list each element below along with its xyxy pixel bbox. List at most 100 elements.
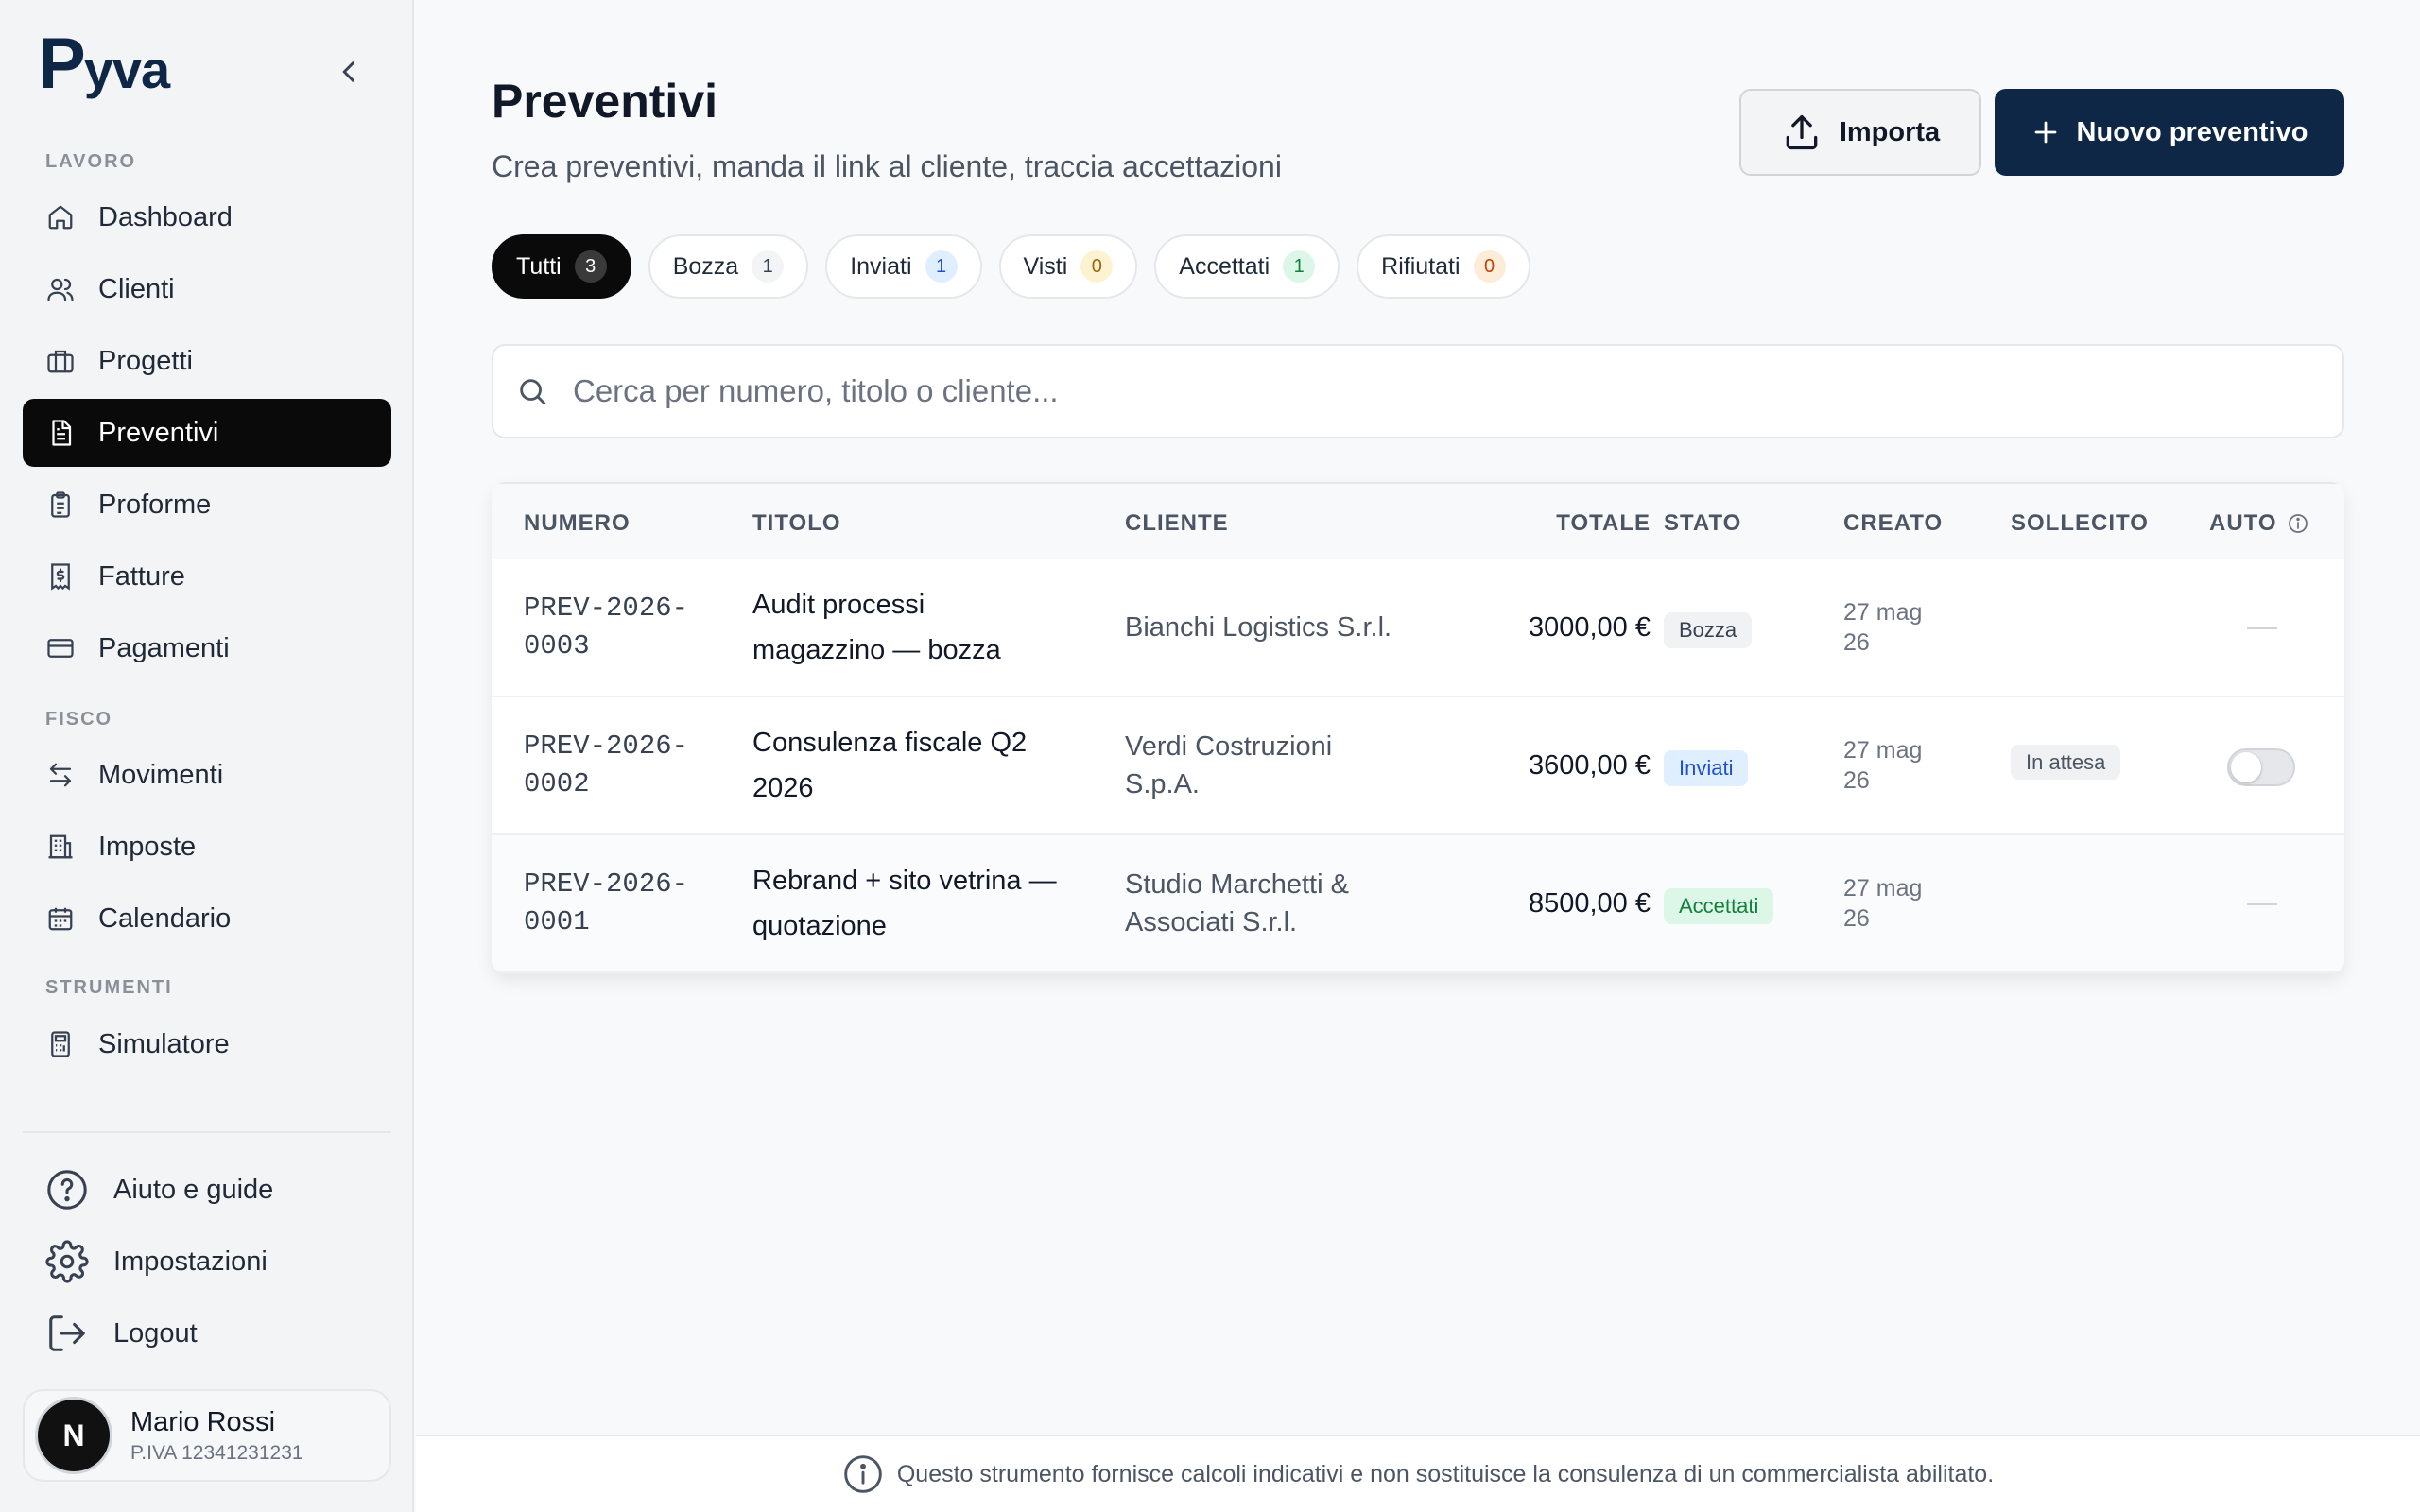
disclaimer-footer: Questo strumento fornisce calcoli indica… [416, 1435, 2420, 1512]
quote-total: 8500,00 € [1528, 888, 1651, 919]
arrows-icon [45, 760, 76, 790]
column-header-sollecito[interactable]: SOLLECITO [2011, 510, 2149, 537]
sidebar-item-progetti[interactable]: Progetti [23, 327, 391, 395]
home-icon [45, 202, 76, 232]
quote-total: 3600,00 € [1528, 750, 1651, 781]
table-row[interactable]: PREV-2026- 0001 Rebrand + sito vetrina —… [492, 835, 2344, 973]
quote-client-line: Bianchi Logistics S.r.l. [1125, 612, 1392, 643]
quote-number[interactable]: PREV-2026- 0003 [524, 590, 703, 665]
info-icon[interactable] [2287, 512, 2309, 535]
column-header-creato[interactable]: CREATO [1843, 510, 1943, 537]
quote-number-line: PREV-2026- [524, 593, 689, 624]
filter-label: Tutti [516, 252, 562, 280]
quote-client: Studio Marchetti & Associati S.r.l. [1125, 866, 1427, 941]
filter-count: 1 [1283, 250, 1316, 283]
sidebar-item-fatture[interactable]: Fatture [23, 542, 391, 610]
sidebar-item-label: Fatture [98, 560, 185, 592]
info-icon [842, 1453, 884, 1495]
chevron-left-icon [342, 61, 354, 82]
quote-total: 3000,00 € [1528, 612, 1651, 643]
table-row[interactable]: PREV-2026- 0003 Audit processi magazzino… [492, 559, 2344, 697]
sidebar-item-dashboard[interactable]: Dashboard [23, 183, 391, 251]
sidebar-item-label: Simulatore [98, 1028, 230, 1059]
logout-label: Logout [113, 1317, 198, 1349]
sidebar-item-movimenti[interactable]: Movimenti [23, 741, 391, 809]
column-header-totale[interactable]: TOTALE [1509, 510, 1651, 537]
sidebar-item-label: Clienti [98, 273, 175, 304]
plus-icon [2031, 118, 2060, 146]
reminder-badge: In attesa [2011, 745, 2121, 780]
filter-count: 0 [1080, 250, 1114, 283]
status-cell: Accettati [1664, 888, 1774, 924]
filter-label: Rifiutati [1381, 252, 1461, 280]
filter-rifiutati[interactable]: Rifiutati 0 [1357, 234, 1530, 299]
quote-title-line: Audit processi [752, 590, 925, 620]
filter-inviati[interactable]: Inviati 1 [825, 234, 982, 299]
filter-accettati[interactable]: Accettati 1 [1154, 234, 1340, 299]
sidebar-item-calendario[interactable]: Calendario [23, 885, 391, 953]
user-info: Mario Rossi P.IVA 12341231231 [130, 1407, 303, 1465]
quote-created: 27 mag 26 [1843, 873, 1922, 934]
column-header-auto[interactable]: AUTO [2209, 510, 2309, 537]
quote-created: 27 mag 26 [1843, 735, 1922, 796]
new-quote-button[interactable]: Nuovo preventivo [1995, 89, 2344, 176]
column-header-cliente[interactable]: CLIENTE [1125, 510, 1229, 537]
auto-reminder-toggle[interactable] [2227, 748, 2295, 786]
status-badge: Accettati [1664, 888, 1774, 924]
quote-title: Consulenza fiscale Q2 2026 [752, 720, 1093, 811]
column-header-titolo[interactable]: TITOLO [752, 510, 841, 537]
disclaimer-text: Questo strumento fornisce calcoli indica… [896, 1460, 1995, 1487]
search-icon [516, 375, 548, 407]
created-line: 26 [1843, 767, 1870, 794]
search-input[interactable] [573, 373, 2274, 409]
quote-number-line: 0002 [524, 768, 590, 799]
quote-client: Verdi Costruzioni S.p.A. [1125, 728, 1427, 803]
filter-tutti[interactable]: Tutti 3 [492, 234, 631, 299]
quote-number[interactable]: PREV-2026- 0001 [524, 866, 703, 941]
filter-label: Inviati [850, 252, 912, 280]
quote-client-line: Associati S.r.l. [1125, 907, 1298, 937]
filter-visti[interactable]: Visti 0 [998, 234, 1138, 299]
column-header-numero[interactable]: NUMERO [524, 510, 631, 537]
users-icon [45, 274, 76, 304]
logout-link[interactable]: Logout [45, 1307, 198, 1360]
sidebar-item-simulatore[interactable]: Simulatore [23, 1010, 391, 1078]
new-quote-label: Nuovo preventivo [2076, 116, 2308, 147]
sidebar-item-pagamenti[interactable]: Pagamenti [23, 614, 391, 682]
column-header-stato[interactable]: STATO [1664, 510, 1741, 537]
quote-client-line: Verdi Costruzioni [1125, 731, 1333, 762]
quote-client-line: Studio Marchetti & [1125, 869, 1349, 900]
sidebar-item-clienti[interactable]: Clienti [23, 255, 391, 323]
reminder-cell: In attesa [2011, 745, 2121, 780]
quote-number[interactable]: PREV-2026- 0002 [524, 728, 703, 803]
quote-title: Audit processi magazzino — bozza [752, 582, 1093, 673]
filter-count: 0 [1473, 250, 1506, 283]
help-link[interactable]: Aiuto e guide [45, 1163, 273, 1216]
filter-count: 1 [925, 250, 958, 283]
settings-link[interactable]: Impostazioni [45, 1235, 268, 1288]
search-bar [492, 344, 2344, 438]
sidebar-item-imposte[interactable]: Imposte [23, 813, 391, 881]
app-logo[interactable]: P yva [38, 24, 170, 104]
filter-bozza[interactable]: Bozza 1 [648, 234, 809, 299]
filter-label: Visti [1023, 252, 1068, 280]
created-line: 26 [1843, 905, 1870, 932]
sidebar-item-preventivi[interactable]: Preventivi [23, 399, 391, 467]
quote-number-line: PREV-2026- [524, 730, 689, 762]
table-row[interactable]: PREV-2026- 0002 Consulenza fiscale Q2 20… [492, 697, 2344, 835]
logo-initial: P [38, 24, 86, 104]
created-line: 27 mag [1843, 875, 1923, 902]
collapse-sidebar-button[interactable] [333, 55, 367, 89]
status-badge: Bozza [1664, 612, 1753, 648]
sidebar-item-proforme[interactable]: Proforme [23, 471, 391, 539]
building-icon [45, 832, 76, 862]
user-vat: P.IVA 12341231231 [130, 1441, 303, 1464]
status-badge: Inviati [1664, 750, 1749, 786]
user-card[interactable]: N Mario Rossi P.IVA 12341231231 [23, 1389, 391, 1482]
quotes-table: NUMERO TITOLO CLIENTE TOTALE STATO CREAT… [492, 482, 2344, 973]
import-button[interactable]: Importa [1739, 89, 1981, 176]
page-subtitle: Crea preventivi, manda il link al client… [492, 149, 1282, 183]
document-icon [45, 418, 76, 448]
main-content: Preventivi Crea preventivi, manda il lin… [416, 0, 2420, 1512]
created-line: 27 mag [1843, 599, 1923, 626]
